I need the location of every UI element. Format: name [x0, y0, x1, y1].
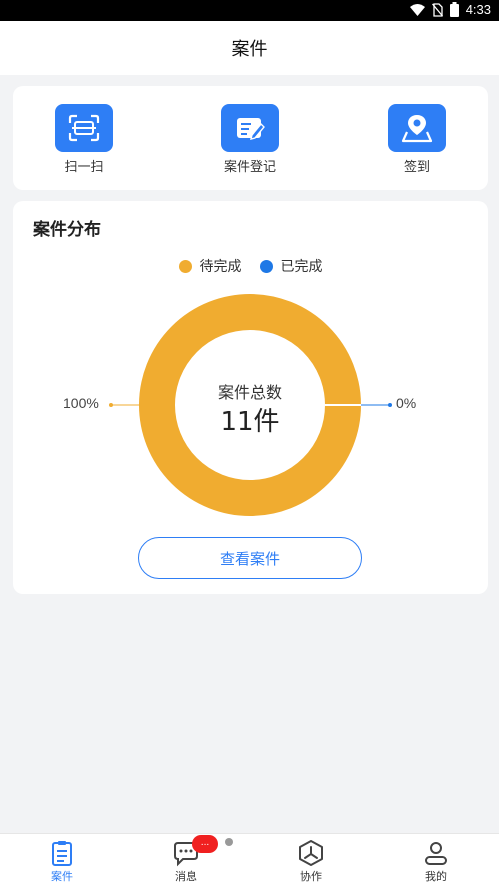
tab-cases[interactable]: 案件	[32, 838, 92, 884]
pending-leader-dot	[109, 403, 113, 407]
indicator-dot	[225, 838, 233, 846]
tab-cases-label: 案件	[51, 870, 73, 883]
tab-collaboration-label: 协作	[300, 870, 322, 883]
quick-actions-card: 扫一扫 案件登记 签到	[13, 86, 488, 190]
tab-profile-label: 我的	[425, 870, 447, 883]
donut-center-value: 11件	[220, 407, 280, 437]
battery-icon	[449, 2, 459, 17]
page-title: 案件	[231, 39, 268, 60]
view-cases-button[interactable]: 查看案件	[138, 537, 362, 579]
wifi-icon	[409, 3, 425, 16]
top-nav-bar: 案件	[0, 21, 499, 75]
tab-messages-label: 消息	[175, 870, 197, 883]
status-time: 4:33	[465, 2, 491, 17]
donut-center-label: 案件总数	[217, 383, 282, 402]
case-register-label: 案件登记	[223, 160, 276, 175]
profile-icon	[425, 842, 447, 865]
no-sim-icon	[431, 2, 443, 17]
collaboration-icon	[299, 840, 323, 866]
clipboard-icon	[52, 841, 72, 866]
checkin-button[interactable]: 签到	[367, 104, 467, 175]
scan-icon	[55, 104, 113, 152]
case-register-icon	[221, 104, 279, 152]
donut-chart	[109, 294, 392, 516]
tab-collaboration[interactable]: 协作	[281, 838, 341, 884]
pending-percent-label: 100%	[63, 395, 99, 411]
tab-profile[interactable]: 我的	[406, 838, 466, 884]
status-bar: 4:33	[0, 0, 499, 21]
scan-label: 扫一扫	[64, 160, 104, 175]
scan-button[interactable]: 扫一扫	[34, 104, 134, 175]
case-register-button[interactable]: 案件登记	[200, 104, 300, 175]
bottom-tab-bar: 案件 消息 协作 我的	[0, 833, 499, 888]
message-badge: ...	[192, 835, 218, 853]
done-percent-label: 0%	[396, 395, 417, 411]
done-leader-dot	[388, 403, 392, 407]
checkin-label: 签到	[403, 160, 430, 175]
location-checkin-icon	[388, 104, 446, 152]
case-distribution-card: 案件分布 待完成 已完成 案件总数 11件 100% 0% 查看案件	[13, 201, 488, 594]
